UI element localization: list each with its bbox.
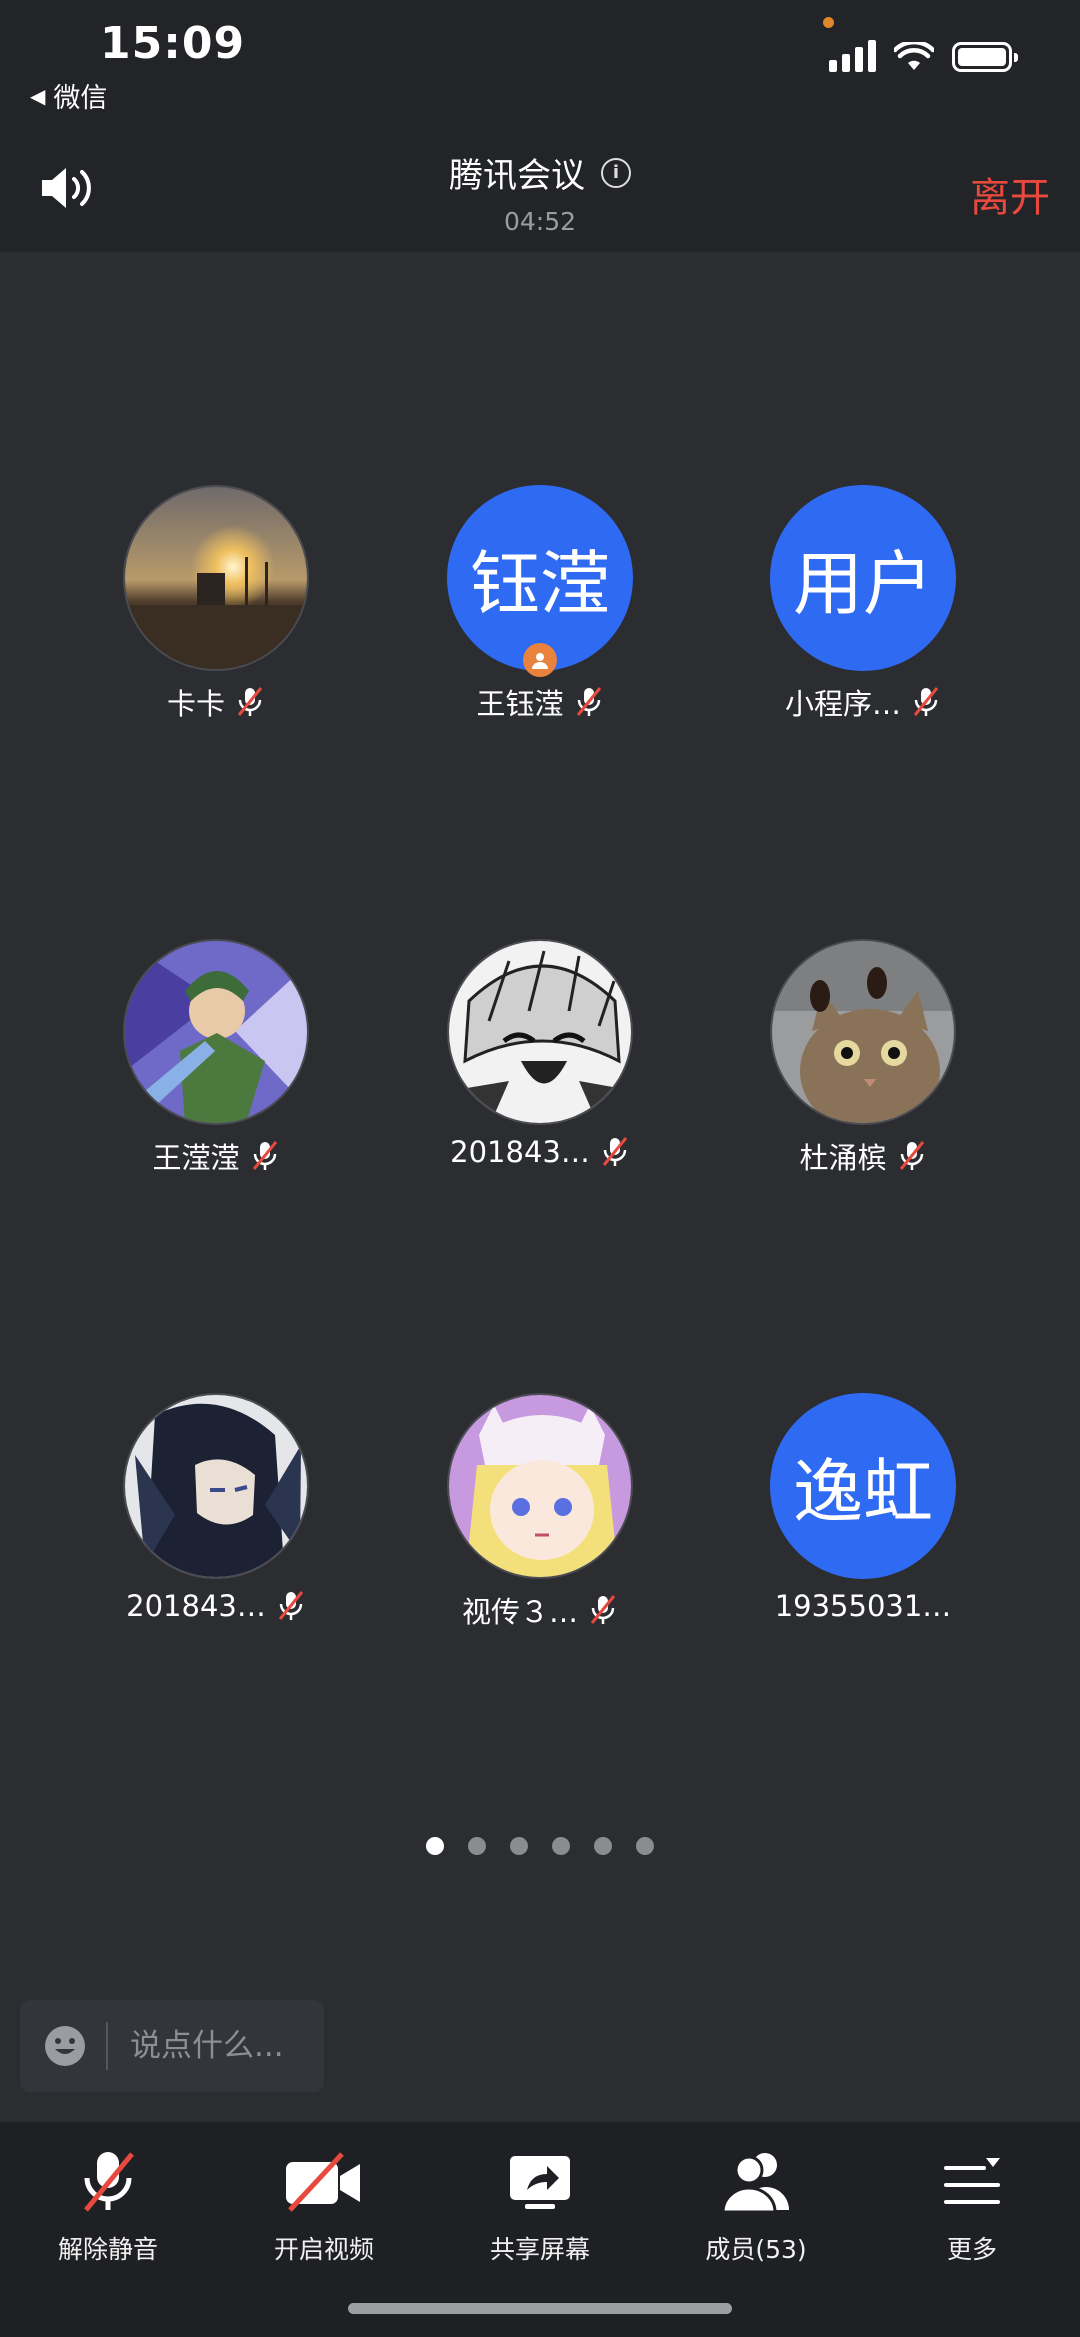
more-menu-icon [944, 2158, 1000, 2204]
participant-name: 201843… [126, 1589, 266, 1623]
mic-muted-icon [602, 1137, 628, 1166]
participant-label: 201843… [390, 1135, 690, 1169]
share-screen-icon [510, 2156, 570, 2209]
wifi-icon [894, 42, 934, 70]
unmute-button[interactable]: 解除静音 [0, 2122, 216, 2337]
more-label: 更多 [946, 2235, 997, 2264]
participant-tile[interactable]: 201843… [66, 1393, 366, 1623]
page-indicator[interactable] [0, 1837, 1080, 1855]
home-indicator[interactable] [348, 2303, 732, 2314]
participant-tile[interactable]: 钰滢 王钰滢 [390, 485, 690, 723]
battery-icon [952, 42, 1018, 72]
participant-tile[interactable]: 用户 小程序… [713, 485, 1013, 723]
participant-name: 视传３… [461, 1595, 578, 1629]
meeting-title: 腾讯会议 [449, 156, 585, 196]
info-icon[interactable]: i [601, 157, 631, 188]
status-icons [829, 40, 1018, 72]
back-to-wechat[interactable]: ◀ 微信 [30, 76, 107, 115]
participant-tile[interactable]: 201843… [390, 939, 690, 1169]
signal-icon [829, 40, 876, 72]
back-triangle-icon: ◀ [30, 83, 46, 108]
video-off-icon [286, 2152, 360, 2212]
share-label: 共享屏幕 [489, 2235, 590, 2264]
more-button[interactable]: 更多 [864, 2122, 1080, 2337]
participant-label: 视传３… [390, 1589, 690, 1631]
participant-tile[interactable]: 逸虹 19355031… [713, 1393, 1013, 1623]
participant-name: 杜涌槟 [799, 1141, 887, 1175]
leave-button[interactable]: 离开 [970, 165, 1050, 223]
status-time: 15:09 [100, 18, 246, 69]
mic-muted-icon [576, 687, 601, 716]
avatar [123, 485, 309, 671]
participant-label: 201843… [66, 1589, 366, 1623]
video-label: 开启视频 [273, 2235, 374, 2264]
page-dot[interactable] [636, 1837, 654, 1855]
meeting-timer: 04:52 [503, 207, 577, 236]
avatar: 用户 [770, 485, 956, 671]
avatar [447, 939, 633, 1125]
avatar [447, 1393, 633, 1579]
mic-muted-icon [590, 1595, 616, 1624]
page-dot[interactable] [594, 1837, 612, 1855]
members-icon [721, 2153, 789, 2214]
participant-label: 19355031… [713, 1589, 1013, 1623]
participant-tile[interactable]: 卡卡 [66, 485, 366, 723]
participant-name: 19355031… [774, 1589, 952, 1623]
participant-label: 卡卡 [66, 681, 366, 723]
chat-box[interactable] [20, 2000, 324, 2092]
unmute-label: 解除静音 [57, 2235, 158, 2264]
mic-muted-icon [278, 1591, 304, 1620]
avatar [123, 939, 309, 1125]
emoji-icon[interactable] [44, 2025, 86, 2067]
chat-divider [106, 2022, 108, 2070]
participant-label: 王钰滢 [390, 681, 690, 723]
chat-input[interactable] [130, 2028, 320, 2064]
participant-label: 王滢滢 [66, 1135, 366, 1177]
avatar: 逸虹 [770, 1393, 956, 1579]
host-icon [523, 643, 557, 677]
page-dot[interactable] [426, 1837, 444, 1855]
avatar [770, 939, 956, 1125]
participant-name: 卡卡 [166, 687, 225, 721]
meeting-header: 腾讯会议 i 04:52 [0, 148, 1080, 236]
mic-muted-icon [252, 1141, 277, 1170]
participant-label: 杜涌槟 [713, 1135, 1013, 1177]
members-label: 成员(53) [705, 2235, 807, 2264]
participant-name: 王滢滢 [152, 1141, 240, 1175]
avatar [123, 1393, 309, 1579]
participant-name: 小程序… [784, 687, 901, 721]
mic-muted-icon [84, 2152, 134, 2212]
participant-tile[interactable]: 王滢滢 [66, 939, 366, 1177]
participant-tile[interactable]: 视传３… [390, 1393, 690, 1631]
participant-name: 201843… [450, 1135, 590, 1169]
back-app-label: 微信 [53, 83, 108, 114]
mic-muted-icon [899, 1141, 924, 1170]
participant-tile[interactable]: 杜涌槟 [713, 939, 1013, 1177]
page-dot[interactable] [552, 1837, 570, 1855]
page-dot[interactable] [468, 1837, 486, 1855]
participant-label: 小程序… [713, 681, 1013, 723]
participant-name: 王钰滢 [476, 687, 564, 721]
meeting-title-row[interactable]: 腾讯会议 i [449, 148, 631, 197]
privacy-indicator [823, 17, 834, 28]
page-dot[interactable] [510, 1837, 528, 1855]
mic-muted-icon [913, 687, 939, 716]
mic-muted-icon [237, 687, 263, 716]
